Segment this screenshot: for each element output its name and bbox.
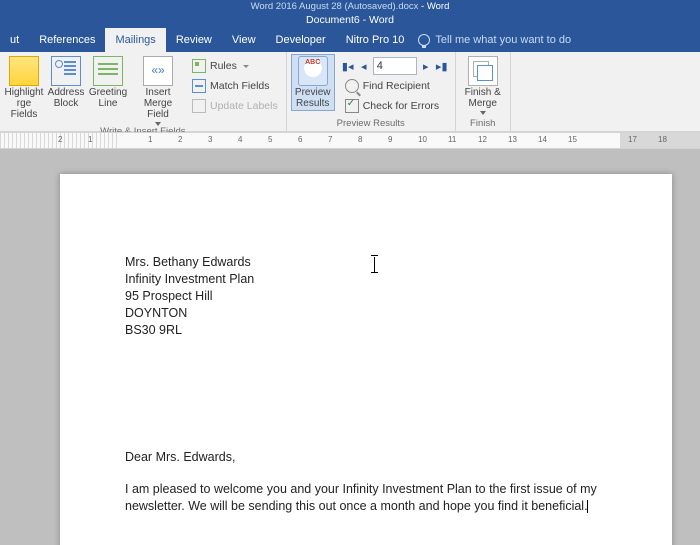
addr-line: 95 Prospect Hill xyxy=(125,288,607,305)
rules-button[interactable]: Rules xyxy=(188,56,282,76)
salutation: Dear Mrs. Edwards, xyxy=(125,449,607,466)
tab-layout-cut[interactable]: ut xyxy=(0,28,29,52)
title-app: Word xyxy=(427,1,450,12)
insert-merge-field-button[interactable]: Insert Merge Field xyxy=(130,54,186,126)
update-labels-button: Update Labels xyxy=(188,96,282,116)
record-navigation: ▮◂ ◂ ▸ ▸▮ xyxy=(341,56,449,76)
next-record-button[interactable]: ▸ xyxy=(419,58,433,74)
document-subtitle: Document6 - Word xyxy=(0,13,700,28)
finish-merge-button[interactable]: Finish & Merge xyxy=(460,54,506,115)
addr-line: BS30 9RL xyxy=(125,322,607,339)
check-icon xyxy=(345,99,359,113)
addr-line: Infinity Investment Plan xyxy=(125,271,607,288)
insertion-caret xyxy=(587,500,588,513)
letter-body[interactable]: Dear Mrs. Edwards, I am pleased to welco… xyxy=(125,449,607,515)
titlebar: Word 2016 August 28 (Autosaved).docx - W… xyxy=(0,0,700,13)
update-labels-icon xyxy=(192,99,206,113)
merge-field-icon xyxy=(143,56,173,86)
address-block-content[interactable]: Mrs. Bethany Edwards Infinity Investment… xyxy=(125,254,607,339)
chevron-down-icon xyxy=(243,65,249,68)
finish-merge-icon xyxy=(468,56,498,86)
tell-me-search[interactable]: Tell me what you want to do xyxy=(418,34,571,46)
last-record-button[interactable]: ▸▮ xyxy=(435,58,449,74)
tab-mailings[interactable]: Mailings xyxy=(105,28,165,52)
lightbulb-icon xyxy=(418,34,430,46)
greeting-line-button[interactable]: Greeting Line xyxy=(88,54,128,109)
tab-nitro[interactable]: Nitro Pro 10 xyxy=(336,28,415,52)
highlight-icon xyxy=(9,56,39,86)
text-cursor-icon xyxy=(371,257,378,272)
tell-me-placeholder: Tell me what you want to do xyxy=(435,34,571,46)
addr-line: DOYNTON xyxy=(125,305,607,322)
group-label-finish: Finish xyxy=(460,118,506,131)
address-block-icon xyxy=(51,56,81,86)
address-block-button[interactable]: Address Block xyxy=(46,54,86,109)
title-filename: Word 2016 August 28 (Autosaved).docx xyxy=(251,1,419,12)
tab-developer[interactable]: Developer xyxy=(266,28,336,52)
document-page[interactable]: Mrs. Bethany Edwards Infinity Investment… xyxy=(60,174,672,545)
prev-record-button[interactable]: ◂ xyxy=(357,58,371,74)
addr-line: Mrs. Bethany Edwards xyxy=(125,254,607,271)
check-for-errors-button[interactable]: Check for Errors xyxy=(341,96,449,116)
match-fields-icon xyxy=(192,79,206,93)
group-label-preview: Preview Results xyxy=(291,118,451,131)
greeting-line-icon xyxy=(93,56,123,86)
body-paragraph: I am pleased to welcome you and your Inf… xyxy=(125,481,607,515)
tab-view[interactable]: View xyxy=(222,28,266,52)
preview-results-icon xyxy=(298,56,328,86)
document-area[interactable]: Mrs. Bethany Edwards Infinity Investment… xyxy=(0,149,700,545)
ribbon: Highlight rge Fields Address Block Greet… xyxy=(0,52,700,132)
rules-icon xyxy=(192,59,206,73)
ribbon-tabs: ut References Mailings Review View Devel… xyxy=(0,28,700,52)
match-fields-button[interactable]: Match Fields xyxy=(188,76,282,96)
tab-references[interactable]: References xyxy=(29,28,105,52)
tab-review[interactable]: Review xyxy=(166,28,222,52)
find-recipient-button[interactable]: Find Recipient xyxy=(341,76,449,96)
first-record-button[interactable]: ▮◂ xyxy=(341,58,355,74)
record-number-input[interactable] xyxy=(373,57,417,75)
search-icon xyxy=(345,79,359,93)
horizontal-ruler[interactable]: 211234567891011121314151718 xyxy=(0,132,700,149)
highlight-merge-fields-button[interactable]: Highlight rge Fields xyxy=(4,54,44,120)
chevron-down-icon xyxy=(480,111,486,115)
preview-results-button[interactable]: Preview Results xyxy=(291,54,335,111)
